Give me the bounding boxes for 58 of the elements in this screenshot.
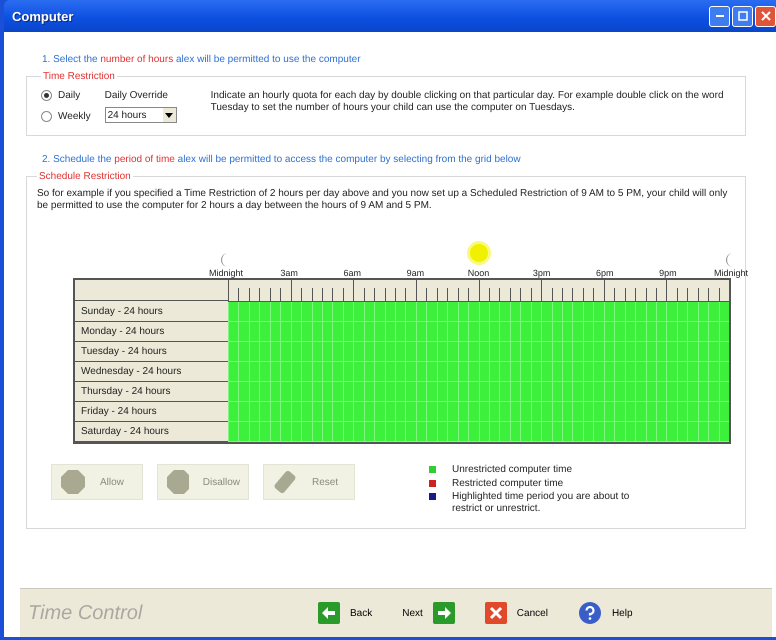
day-label[interactable]: Tuesday - 24 hours	[75, 342, 228, 362]
day-label[interactable]: Monday - 24 hours	[75, 322, 228, 342]
day-schedule-row[interactable]	[228, 302, 729, 322]
octagon-icon	[60, 469, 86, 495]
maximize-button[interactable]	[732, 6, 753, 26]
help-icon	[578, 601, 602, 625]
octagon-icon	[166, 469, 189, 495]
day-schedule-row[interactable]	[228, 422, 729, 442]
maximize-icon	[736, 10, 748, 22]
help-text: So for example if you specified a Time Restriction of 2 hours per day above and you now set up a Scheduled Restriction of 9 AM to 5 PM, your child will only be permitted to use the computer for 2 hours a day between the hours of 9 AM and 5 PM.	[37, 188, 728, 212]
time-label: 3pm	[532, 268, 550, 278]
time-label: 9pm	[659, 268, 677, 278]
legend-label: Unrestricted computer time	[452, 464, 572, 476]
group-title: Time Restriction	[42, 71, 116, 82]
window-title: Computer	[12, 8, 74, 24]
override-label: Daily Override	[104, 90, 169, 101]
dropdown-arrow-icon	[165, 112, 174, 118]
minimize-button[interactable]	[709, 6, 730, 26]
back-button[interactable]: Back	[318, 601, 372, 625]
time-label: 6am	[344, 268, 361, 278]
step-instruction: 2. Schedule the period of time alex will be permitted to access the computer by selecting from the grid below	[42, 154, 522, 165]
close-icon	[760, 10, 772, 22]
hours-dropdown[interactable]: 24 hours	[104, 107, 177, 123]
radio-label: Weekly	[58, 111, 91, 122]
minimize-icon	[716, 15, 724, 17]
time-label: 9am	[406, 268, 424, 278]
time-label: Midnight	[714, 268, 748, 278]
day-schedule-row[interactable]	[228, 322, 729, 342]
help-button[interactable]: Help	[578, 601, 633, 625]
radio-option[interactable]: Weekly	[41, 111, 91, 122]
day-schedule-row[interactable]	[228, 382, 729, 402]
step-instruction: 1. Select the number of hours alex will be permitted to use the computer	[42, 54, 362, 65]
time-label: Noon	[468, 268, 490, 278]
day-label[interactable]: Sunday - 24 hours	[75, 302, 228, 322]
day-label[interactable]: Saturday - 24 hours	[75, 422, 228, 442]
schedule-grid[interactable]: Sunday - 24 hours Monday - 24 hours Tuesday - 24 hours Wednesday - 24 hours Thursday - 24 hours Friday - 24 hours Saturday - 24 hours	[73, 278, 731, 444]
close-icon	[484, 602, 507, 624]
close-button[interactable]	[755, 6, 776, 26]
time-label: 6pm	[596, 268, 614, 278]
time-label: 3am	[280, 268, 298, 278]
radio-option[interactable]: Daily	[41, 90, 91, 101]
day-label[interactable]: Thursday - 24 hours	[75, 382, 228, 402]
time-label: Midnight	[208, 268, 244, 278]
legend-label: Highlighted time period you are about to restrict or unrestrict.	[452, 491, 630, 514]
group-title: Schedule Restriction	[38, 171, 132, 182]
day-schedule-row[interactable]	[228, 402, 729, 422]
day-label[interactable]: Friday - 24 hours	[75, 402, 228, 422]
help-text: Indicate an hourly quota for each day by double clicking on that particular day. For example double click on the word Tuesday to set the number of hours your child can use the computer on Tuesdays.	[210, 90, 724, 114]
radio-button[interactable]	[41, 90, 52, 101]
cancel-button[interactable]: Cancel	[484, 601, 548, 625]
day-schedule-row[interactable]	[228, 342, 729, 362]
app-name: Time Control	[28, 602, 144, 624]
day-schedule-row[interactable]	[228, 362, 729, 382]
radio-button[interactable]	[41, 111, 52, 122]
next-button[interactable]: Next	[402, 601, 455, 625]
radio-label: Daily	[58, 90, 80, 101]
day-label[interactable]: Wednesday - 24 hours	[75, 362, 228, 382]
legend-label: Restricted computer time	[452, 478, 564, 489]
